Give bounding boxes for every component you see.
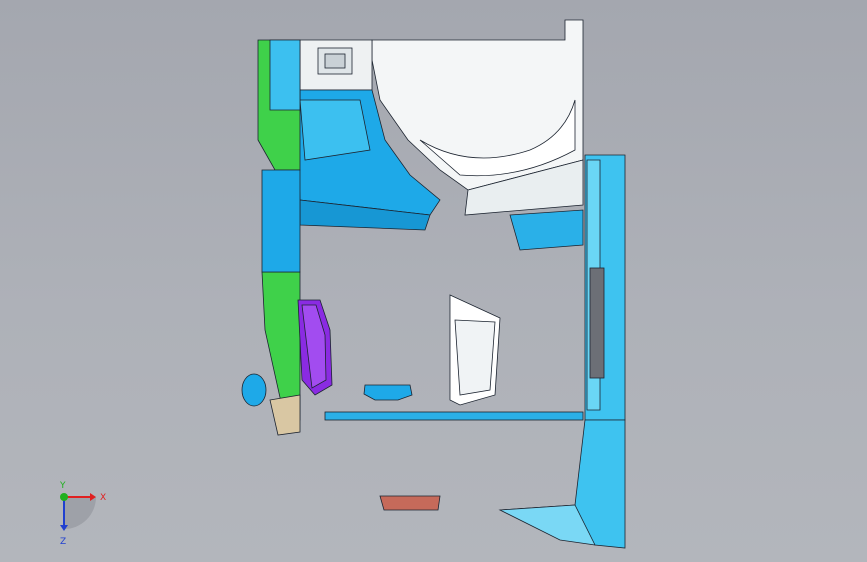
- triad-quadrant-shade: [64, 497, 96, 529]
- door-panel[interactable]: [449, 294, 501, 406]
- z-axis-label: Z: [60, 537, 66, 547]
- x-axis-label: X: [100, 493, 106, 503]
- y-axis-label: Y: [59, 481, 66, 491]
- graphics-viewport[interactable]: X Y Z: [0, 0, 867, 562]
- floor-beam[interactable]: [324, 411, 584, 421]
- y-axis-dot: [60, 493, 68, 501]
- purple-seat[interactable]: [297, 299, 333, 396]
- orientation-triad: X Y Z: [59, 481, 106, 547]
- cad-model-view[interactable]: [0, 0, 867, 562]
- small-parts[interactable]: [241, 373, 441, 511]
